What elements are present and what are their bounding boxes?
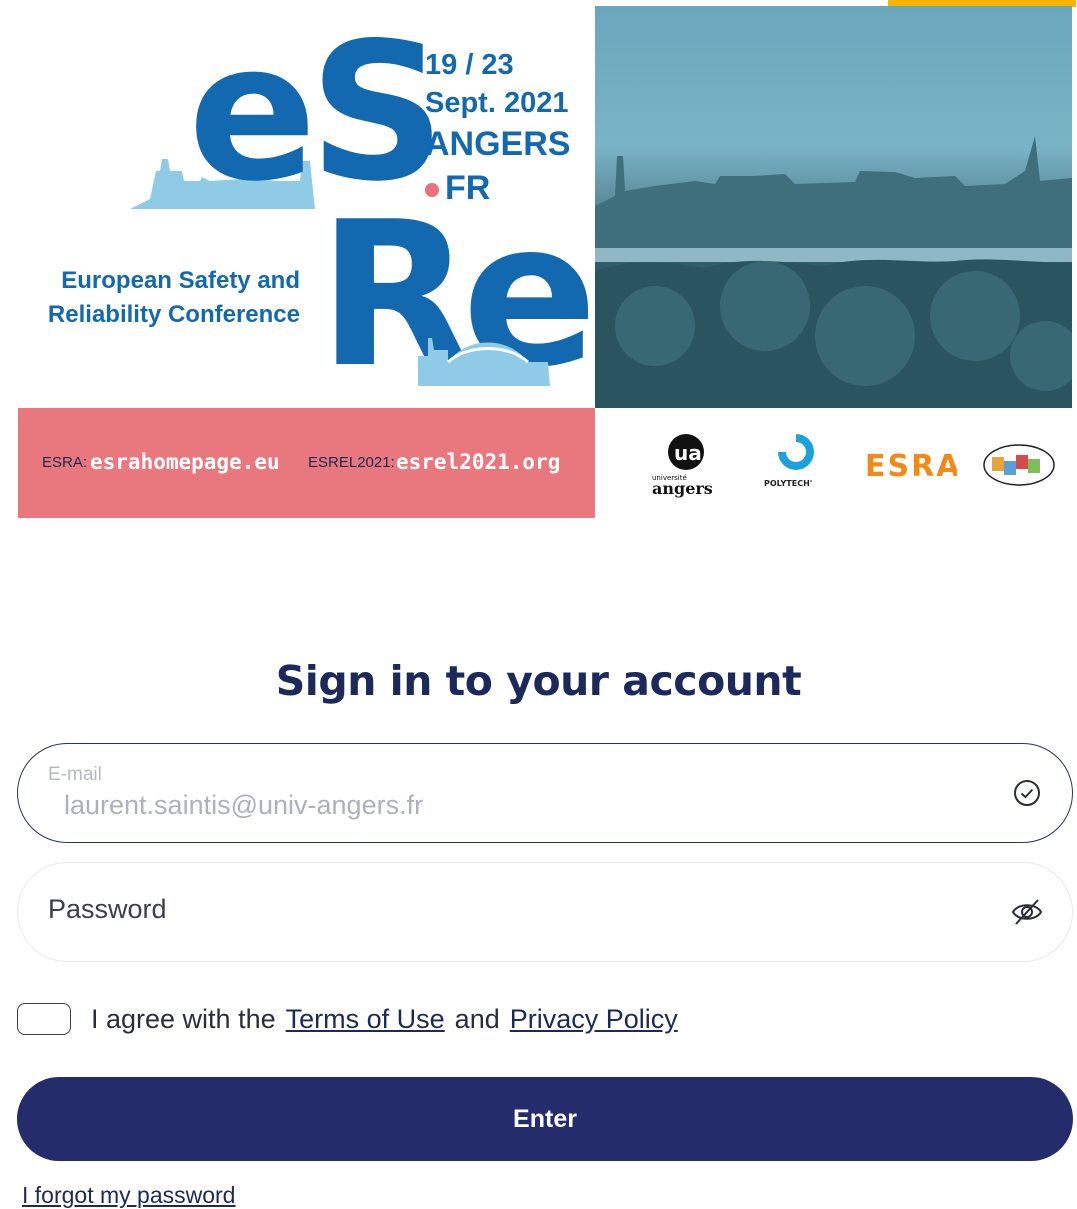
esra-url: esrahomepage.eu [90, 450, 280, 474]
links-strip: ESRA: esrahomepage.eu ESREL2021: esrel20… [18, 408, 595, 518]
email-label: E-mail [48, 764, 102, 785]
enter-button[interactable]: Enter [17, 1077, 1073, 1161]
esra-logo: ESRA [865, 448, 959, 487]
forgot-password-link[interactable]: I forgot my password [22, 1182, 235, 1209]
date-range: 19 / 23 [425, 49, 514, 81]
svg-text:POLYTECH': POLYTECH' [764, 479, 812, 488]
esra-label: ESRA: [42, 454, 88, 471]
agree-and: and [454, 1003, 500, 1034]
conference-name-line1: European Safety and [61, 267, 300, 294]
conference-dates: 19 / 23 Sept. 2021 ANGERS FR [425, 46, 570, 210]
svg-text:ua: ua [674, 441, 702, 465]
country-line: FR [425, 166, 570, 210]
terms-agreement: I agree with the Terms of Use and Privac… [17, 1000, 688, 1038]
password-input[interactable]: Password [48, 894, 167, 925]
polytech-logo: POLYTECH' [760, 430, 832, 503]
dot-icon [425, 183, 439, 198]
agree-checkbox[interactable] [17, 1003, 71, 1035]
page-title: Sign in to your account [275, 657, 802, 705]
conference-name-line2: Reliability Conference [47, 301, 300, 328]
terms-of-use-link[interactable]: Terms of Use [286, 1004, 445, 1035]
svg-text:angers: angers [652, 479, 713, 498]
country: FR [445, 169, 491, 207]
conference-banner: eS Rel European Safety and Reliability C… [0, 0, 1077, 520]
laris-logo [982, 443, 1056, 492]
agree-prefix: I agree with the [91, 1003, 276, 1034]
month-year: Sept. 2021 [425, 87, 569, 119]
conference-name: European Safety and Reliability Conferen… [38, 264, 300, 332]
svg-text:ESRA: ESRA [865, 449, 957, 482]
univ-angers-logo: ua université angers [648, 430, 720, 503]
city: ANGERS [425, 125, 571, 163]
esrel-label: ESREL2021: [308, 454, 395, 471]
bridge-silhouette-icon [418, 338, 550, 386]
angers-photo [595, 6, 1072, 408]
password-field[interactable]: Password [17, 862, 1073, 962]
email-input[interactable]: laurent.saintis@univ-angers.fr [64, 790, 423, 821]
esrel-logo-panel: eS Rel European Safety and Reliability C… [18, 6, 656, 408]
email-field[interactable]: E-mail laurent.saintis@univ-angers.fr [17, 743, 1073, 843]
eye-off-icon[interactable] [1010, 895, 1044, 929]
esrel-url: esrel2021.org [396, 450, 561, 474]
check-circle-icon [1014, 780, 1040, 806]
privacy-policy-link[interactable]: Privacy Policy [510, 1004, 678, 1035]
